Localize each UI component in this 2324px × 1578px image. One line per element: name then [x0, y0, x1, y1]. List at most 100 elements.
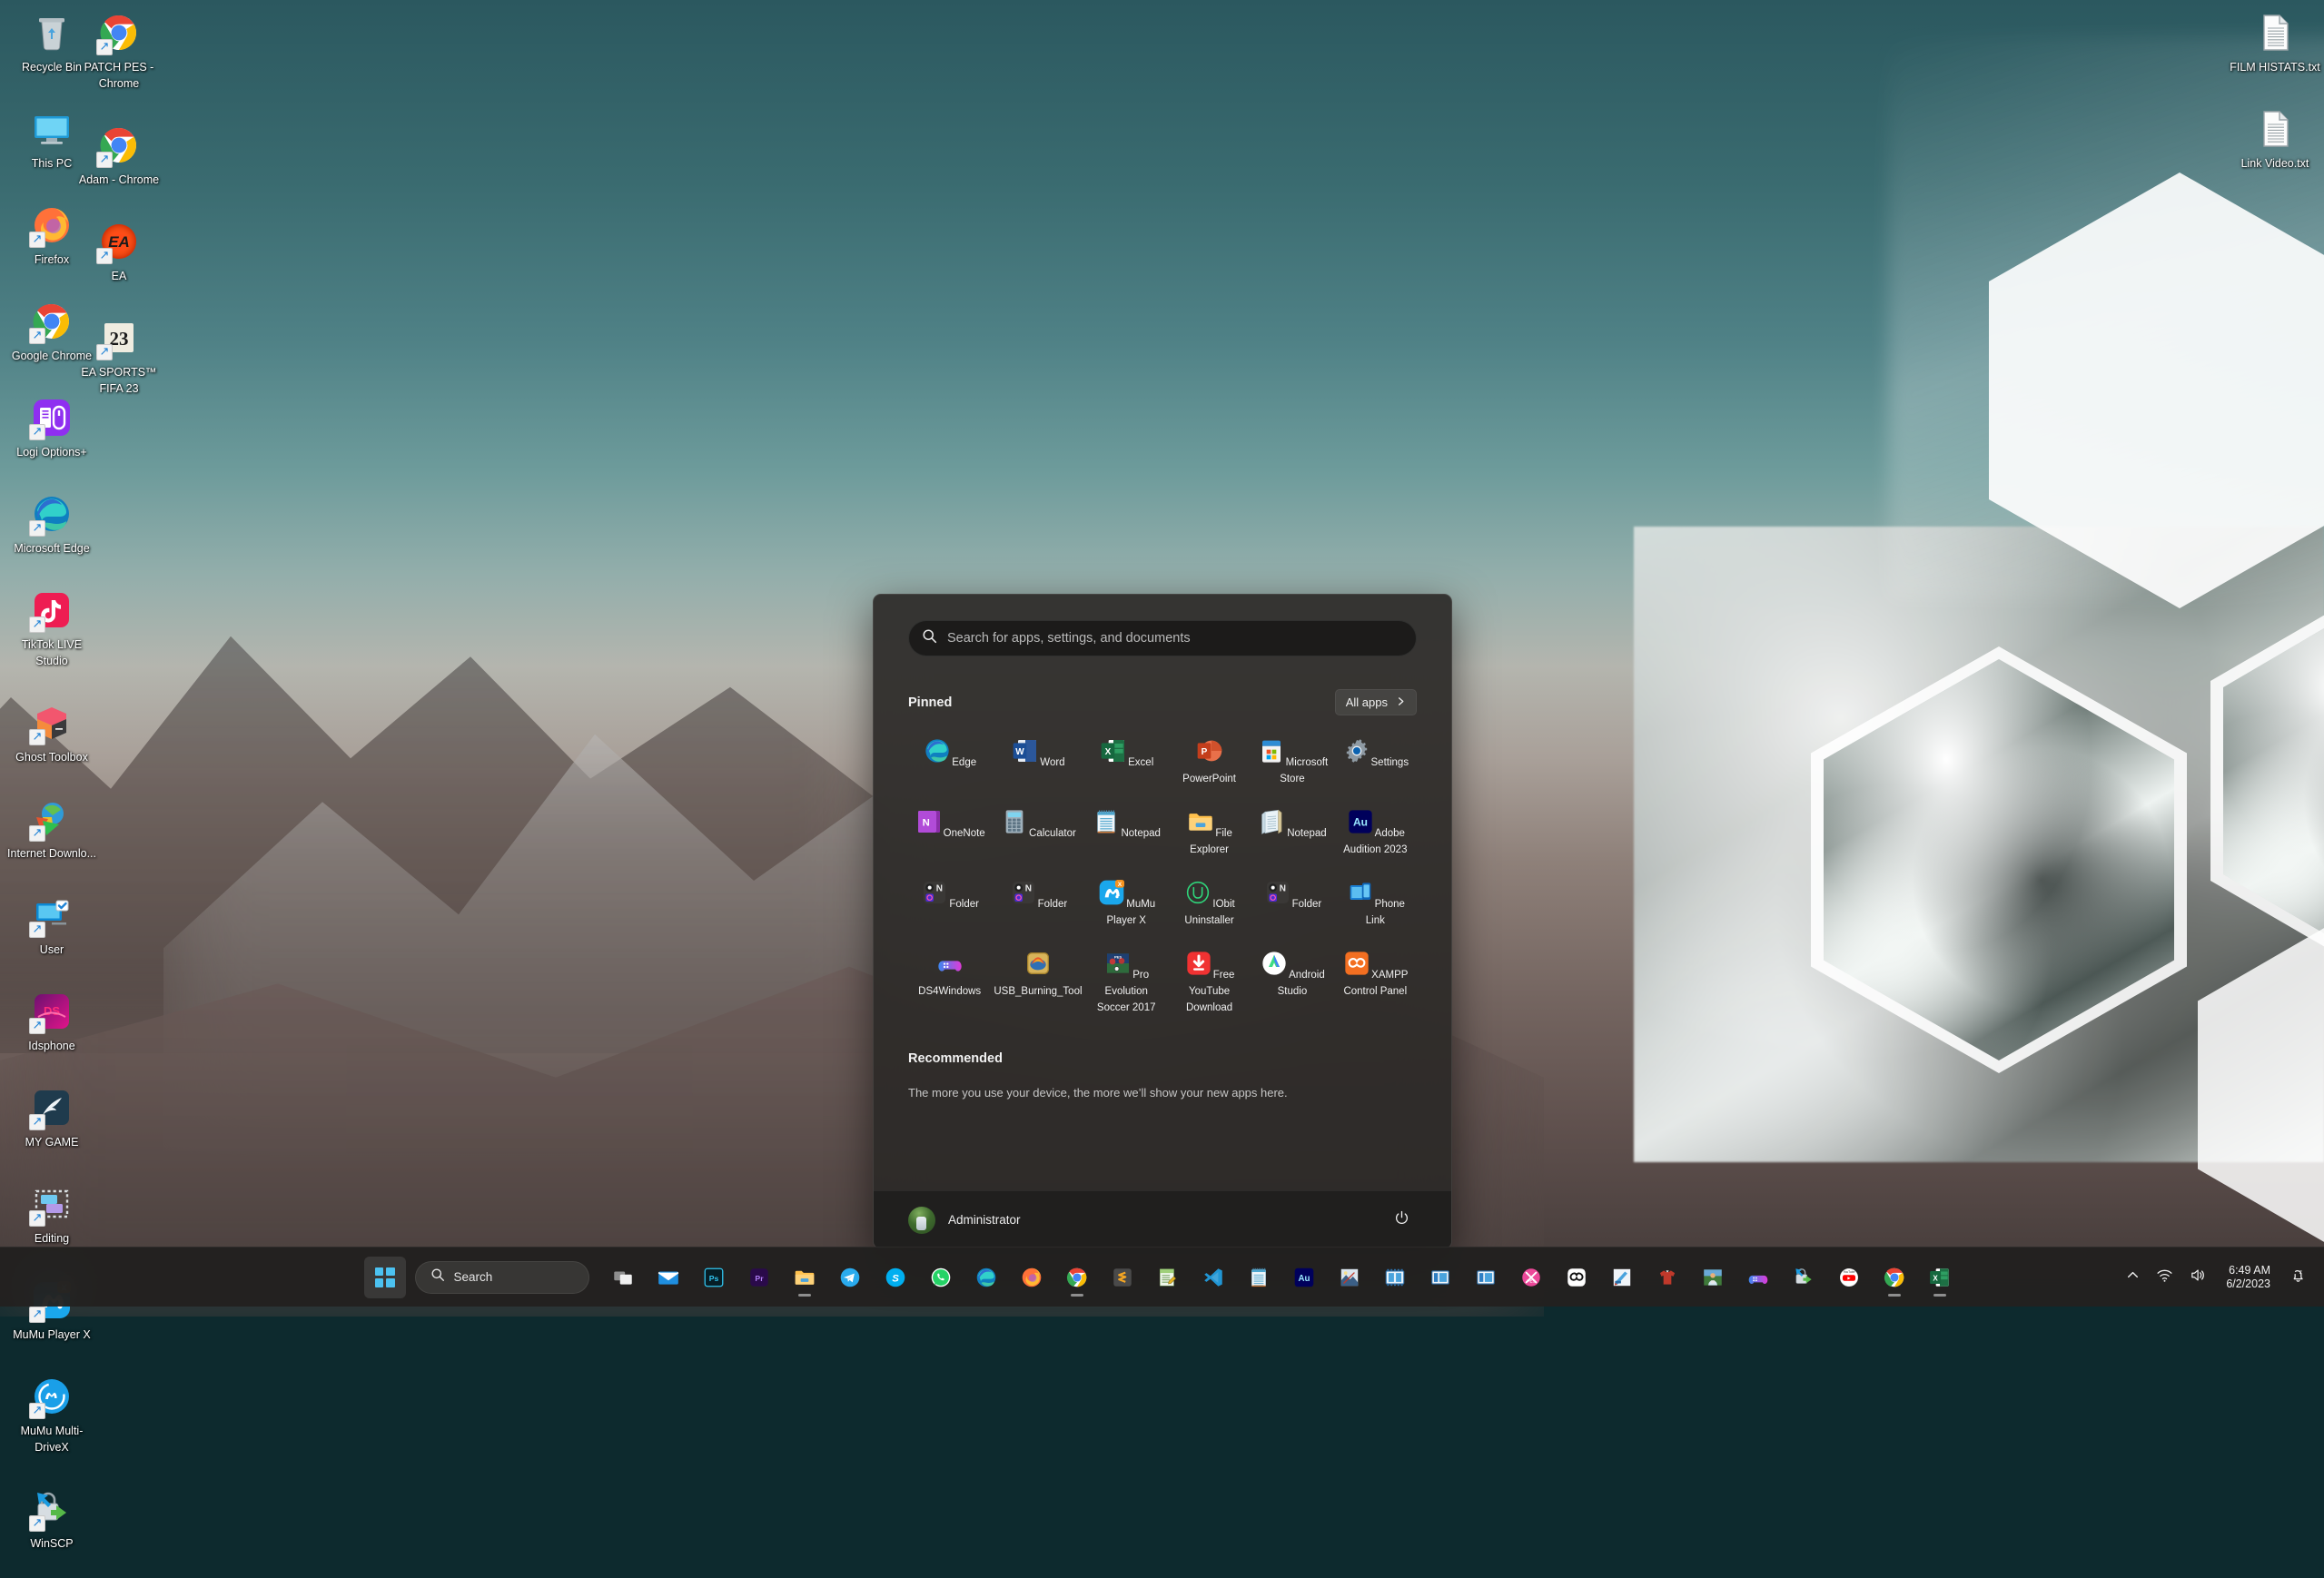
pinned-app[interactable]: N Folder: [1251, 872, 1333, 933]
taskbar-button-capcut[interactable]: [1556, 1257, 1597, 1298]
taskbar-button-media-player-1[interactable]: [1419, 1257, 1461, 1298]
desktop-icon[interactable]: DS ↗Idsphone: [4, 984, 100, 1058]
power-button[interactable]: [1386, 1205, 1417, 1236]
taskbar-button-video-editor[interactable]: [1374, 1257, 1416, 1298]
taskbar-button-google-chrome[interactable]: [1056, 1257, 1098, 1298]
pinned-app[interactable]: XAMPP Control Panel: [1334, 942, 1417, 1021]
pinned-app[interactable]: Microsoft Store: [1251, 730, 1333, 792]
taskbar-button-adobe-audition[interactable]: Au: [1283, 1257, 1325, 1298]
taskbar-button-premiere-pro[interactable]: Pr: [738, 1257, 780, 1298]
pinned-app[interactable]: WWord: [991, 730, 1084, 792]
svg-text:S: S: [892, 1273, 899, 1284]
taskbar-button-player-editor[interactable]: [1692, 1257, 1734, 1298]
desktop-icon[interactable]: EA↗EA: [71, 214, 167, 288]
pinned-app[interactable]: N Folder: [908, 872, 991, 933]
pinned-app[interactable]: PESPro Evolution Soccer 2017: [1085, 942, 1168, 1021]
wifi-icon: [2156, 1267, 2173, 1288]
taskbar-button-adobe-photoshop-file[interactable]: [1329, 1257, 1370, 1298]
tray-overflow-button[interactable]: [2120, 1259, 2146, 1296]
desktop-icon[interactable]: ↗Ghost Toolbox: [4, 695, 100, 769]
start-menu[interactable]: Pinned All apps Edge WWord: [873, 594, 1452, 1249]
taskbar-button-firefox[interactable]: [1011, 1257, 1053, 1298]
taskbar[interactable]: Search Ps Pr S: [0, 1247, 2324, 1307]
taskbar-search[interactable]: Search: [415, 1261, 589, 1294]
pinned-app[interactable]: Calculator: [991, 801, 1084, 863]
taskbar-button-youtube-tool[interactable]: YouTube: [1828, 1257, 1870, 1298]
clock-button[interactable]: 6:49 AM 6/2/2023: [2217, 1258, 2279, 1297]
taskbar-button-pes-tool[interactable]: PES: [1510, 1257, 1552, 1298]
all-apps-button[interactable]: All apps: [1335, 689, 1417, 715]
desktop-icon-label: Adam - Chrome: [79, 173, 159, 186]
desktop-icon-label: MuMu Player X: [13, 1328, 90, 1341]
taskbar-button-skype[interactable]: S: [875, 1257, 916, 1298]
shortcut-arrow-icon: ↗: [29, 1114, 45, 1130]
pinned-app[interactable]: XExcel: [1085, 730, 1168, 792]
taskbar-button-task-view[interactable]: [602, 1257, 644, 1298]
desktop-icon[interactable]: Link Video.txt: [2227, 102, 2323, 175]
user-account-button[interactable]: Administrator: [899, 1201, 1030, 1239]
desktop-icon[interactable]: ↗Adam - Chrome: [71, 118, 167, 192]
pinned-app[interactable]: Notepad: [1251, 801, 1333, 863]
photoshop-icon: Ps: [702, 1266, 726, 1289]
desktop-icon[interactable]: ↗Microsoft Edge: [4, 487, 100, 560]
taskbar-button-media-player-2[interactable]: [1465, 1257, 1507, 1298]
pinned-app[interactable]: USB_Burning_Tool: [991, 942, 1084, 1021]
desktop-icon[interactable]: ↗Internet Downlo...: [4, 792, 100, 865]
media-panel-icon: [1474, 1266, 1498, 1289]
taskbar-button-visual-studio-code[interactable]: [1192, 1257, 1234, 1298]
pinned-app[interactable]: AuAdobe Audition 2023: [1334, 801, 1417, 863]
taskbar-button-telegram[interactable]: [829, 1257, 871, 1298]
taskbar-button-winscp[interactable]: [1783, 1257, 1825, 1298]
desktop-icon[interactable]: ↗WinSCP: [4, 1482, 100, 1555]
pinned-app[interactable]: IObit Uninstaller: [1168, 872, 1251, 933]
desktop-icon-label: Internet Downlo...: [7, 847, 96, 860]
desktop-icon[interactable]: ↗TikTok LIVE Studio: [4, 583, 100, 673]
start-button[interactable]: [364, 1257, 406, 1298]
user-folder-icon: ↗: [30, 893, 74, 937]
taskbar-button-notepad[interactable]: [1238, 1257, 1280, 1298]
photoshop-file-icon: [1338, 1266, 1361, 1289]
taskbar-button-photoshop[interactable]: Ps: [693, 1257, 735, 1298]
taskbar-button-kit-editor[interactable]: [1601, 1257, 1643, 1298]
start-search-input[interactable]: [947, 631, 1403, 646]
pinned-app[interactable]: DS4Windows: [908, 942, 991, 1021]
pinned-title: Pinned: [908, 695, 952, 710]
pinned-app[interactable]: Edge: [908, 730, 991, 792]
taskbar-center-group: Search Ps Pr S: [364, 1257, 1961, 1298]
pinned-app[interactable]: Free YouTube Download: [1168, 942, 1251, 1021]
desktop-icon[interactable]: ↗User: [4, 888, 100, 962]
pinned-app[interactable]: Notepad: [1085, 801, 1168, 863]
pinned-app[interactable]: Settings: [1334, 730, 1417, 792]
taskbar-button-sublime-text[interactable]: [1102, 1257, 1143, 1298]
taskbar-button-notepad-plus-plus[interactable]: [1147, 1257, 1189, 1298]
volume-button[interactable]: [2183, 1259, 2213, 1296]
desktop-icon[interactable]: ↗Editing: [4, 1177, 100, 1250]
taskbar-button-excel[interactable]: X: [1919, 1257, 1961, 1298]
desktop-icon[interactable]: ↗MY GAME: [4, 1080, 100, 1154]
taskbar-button-chrome-window[interactable]: [1874, 1257, 1915, 1298]
pinned-app[interactable]: NOneNote: [908, 801, 991, 863]
desktop-icon[interactable]: 23↗EA SPORTS™ FIFA 23: [71, 311, 167, 400]
start-search-box[interactable]: [908, 620, 1417, 656]
taskbar-button-mail[interactable]: [648, 1257, 689, 1298]
taskbar-button-jersey-tool[interactable]: [1647, 1257, 1688, 1298]
pinned-app[interactable]: N Folder: [991, 872, 1084, 933]
desktop-icon[interactable]: ↗PATCH PES - Chrome: [71, 5, 167, 95]
folder-group-icon: N: [1009, 895, 1038, 911]
taskbar-button-microsoft-edge[interactable]: [965, 1257, 1007, 1298]
pinned-app[interactable]: Android Studio: [1251, 942, 1333, 1021]
taskbar-button-file-explorer[interactable]: [784, 1257, 826, 1298]
pinned-app-label: Excel: [1128, 757, 1153, 768]
wifi-button[interactable]: [2150, 1259, 2180, 1296]
taskbar-button-whatsapp[interactable]: [920, 1257, 962, 1298]
desktop-icon[interactable]: FILM HISTATS.txt: [2227, 5, 2323, 79]
pinned-app[interactable]: PPowerPoint: [1168, 730, 1251, 792]
desktop-icon[interactable]: ↗MuMu Multi-DriveX: [4, 1369, 100, 1459]
pinned-app[interactable]: XMuMu Player X: [1085, 872, 1168, 933]
clock-date: 6/2/2023: [2226, 1277, 2270, 1291]
pinned-app[interactable]: Phone Link: [1334, 872, 1417, 933]
shortcut-arrow-icon: ↗: [29, 424, 45, 440]
taskbar-button-ds4windows[interactable]: [1737, 1257, 1779, 1298]
pinned-app[interactable]: File Explorer: [1168, 801, 1251, 863]
notifications-button[interactable]: z: [2283, 1259, 2313, 1296]
